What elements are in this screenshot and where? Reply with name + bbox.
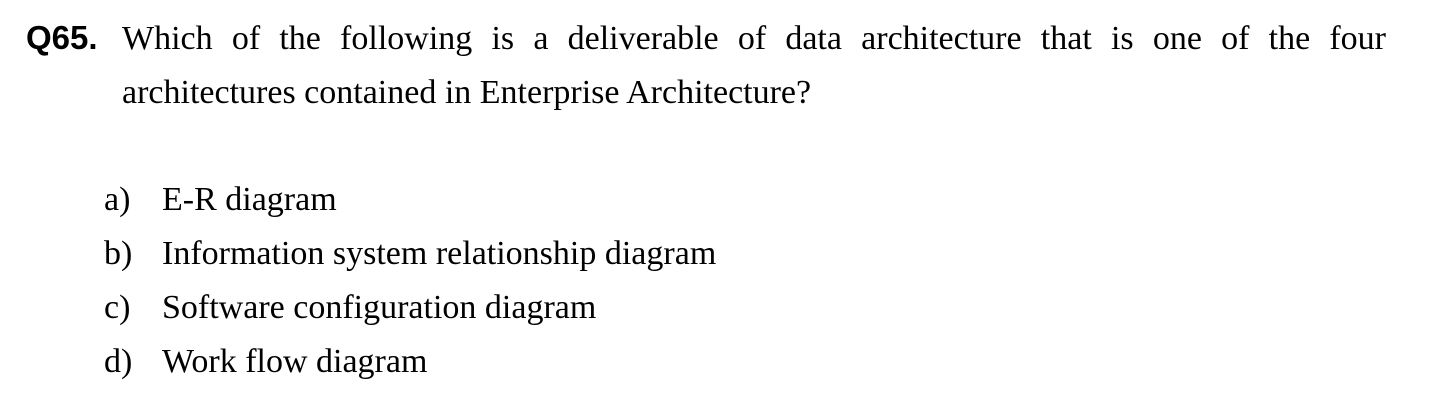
option-c[interactable]: c) Software configuration diagram xyxy=(104,281,716,335)
option-letter: c) xyxy=(104,289,131,326)
option-a[interactable]: a) E-R diagram xyxy=(104,173,716,227)
option-text: E-R diagram xyxy=(162,181,337,218)
option-letter: b) xyxy=(104,235,133,272)
option-text: Information system relationship diagram xyxy=(162,235,717,272)
question-number: Q65. xyxy=(26,19,98,56)
option-b[interactable]: b) Information system relationship diagr… xyxy=(104,227,716,281)
option-d[interactable]: d) Work flow diagram xyxy=(104,335,716,389)
option-text: Work flow diagram xyxy=(162,343,428,380)
option-text: Software configuration diagram xyxy=(162,289,597,326)
question-block: Q65. Which of the following is a deliver… xyxy=(26,12,1386,120)
question-text: Which of the following is a deliverable … xyxy=(122,20,1386,111)
option-letter: a) xyxy=(104,181,131,218)
option-letter: d) xyxy=(104,343,133,380)
answer-options: a) E-R diagram b) Information system rel… xyxy=(104,173,716,389)
